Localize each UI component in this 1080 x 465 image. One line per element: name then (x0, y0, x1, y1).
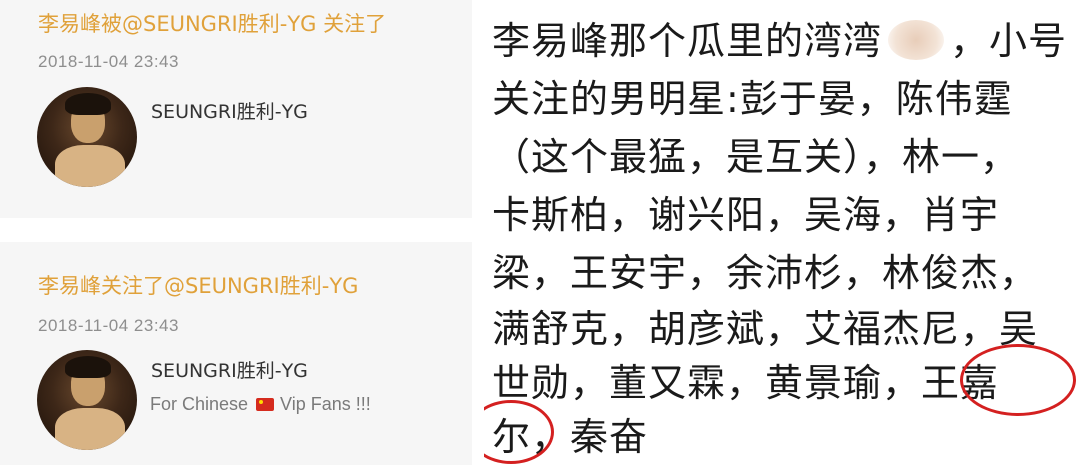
bio-prefix: For Chinese (150, 394, 249, 414)
text-line-4: 卡斯柏，谢兴阳，吴海，肖宇 (492, 193, 1000, 237)
avatar-body (55, 408, 125, 450)
text-line-2: 关注的男明星:彭于晏，陈伟霆 (492, 77, 1013, 121)
username[interactable]: SEUNGRI胜利-YG (151, 97, 308, 124)
notification-timestamp: 2018-11-04 23:43 (38, 316, 179, 335)
avatar-body (55, 145, 125, 187)
blurred-name-mask (888, 20, 945, 60)
avatar-hair (65, 356, 111, 378)
text-line-6: 满舒克，胡彦斌，艾福杰尼，吴 (492, 307, 1039, 351)
user-bio: For Chinese Vip Fans !!! (150, 394, 371, 415)
notification-card-followed-by[interactable]: 李易峰被@SEUNGRI胜利-YG 关注了 2018-11-04 23:43 S… (0, 0, 472, 218)
notification-timestamp: 2018-11-04 23:43 (38, 52, 179, 71)
notification-headline[interactable]: 李易峰关注了@SEUNGRI胜利-YG (38, 270, 358, 300)
weibo-notification-panel: 李易峰被@SEUNGRI胜利-YG 关注了 2018-11-04 23:43 S… (0, 0, 472, 465)
avatar-hair (65, 93, 111, 115)
text-line-7: 世勋，董又霖，黄景瑜，王嘉 (492, 361, 1000, 405)
username[interactable]: SEUNGRI胜利-YG (151, 356, 308, 383)
china-flag-icon (256, 398, 275, 411)
text-segment: 李易峰那个瓜里的湾湾 (492, 19, 883, 63)
avatar[interactable] (37, 87, 137, 187)
post-text-panel: 李易峰那个瓜里的湾湾 ，小号 关注的男明星:彭于晏，陈伟霆 （这个最猛，是互关），… (484, 0, 1080, 465)
text-line-5: 梁，王安宇，余沛杉，林俊杰， (492, 251, 1039, 295)
notification-headline[interactable]: 李易峰被@SEUNGRI胜利-YG 关注了 (38, 8, 386, 38)
panel-divider (472, 0, 484, 465)
text-segment: ，小号 (950, 19, 1068, 63)
text-line-1: 李易峰那个瓜里的湾湾 ，小号 (492, 10, 1067, 65)
notification-card-followed[interactable]: 李易峰关注了@SEUNGRI胜利-YG 2018-11-04 23:43 SEU… (0, 242, 472, 465)
avatar[interactable] (37, 350, 137, 450)
text-line-3: （这个最猛，是互关），林一， (492, 135, 1020, 179)
red-annotation-circle (960, 344, 1076, 416)
bio-suffix: Vip Fans !!! (280, 394, 371, 414)
